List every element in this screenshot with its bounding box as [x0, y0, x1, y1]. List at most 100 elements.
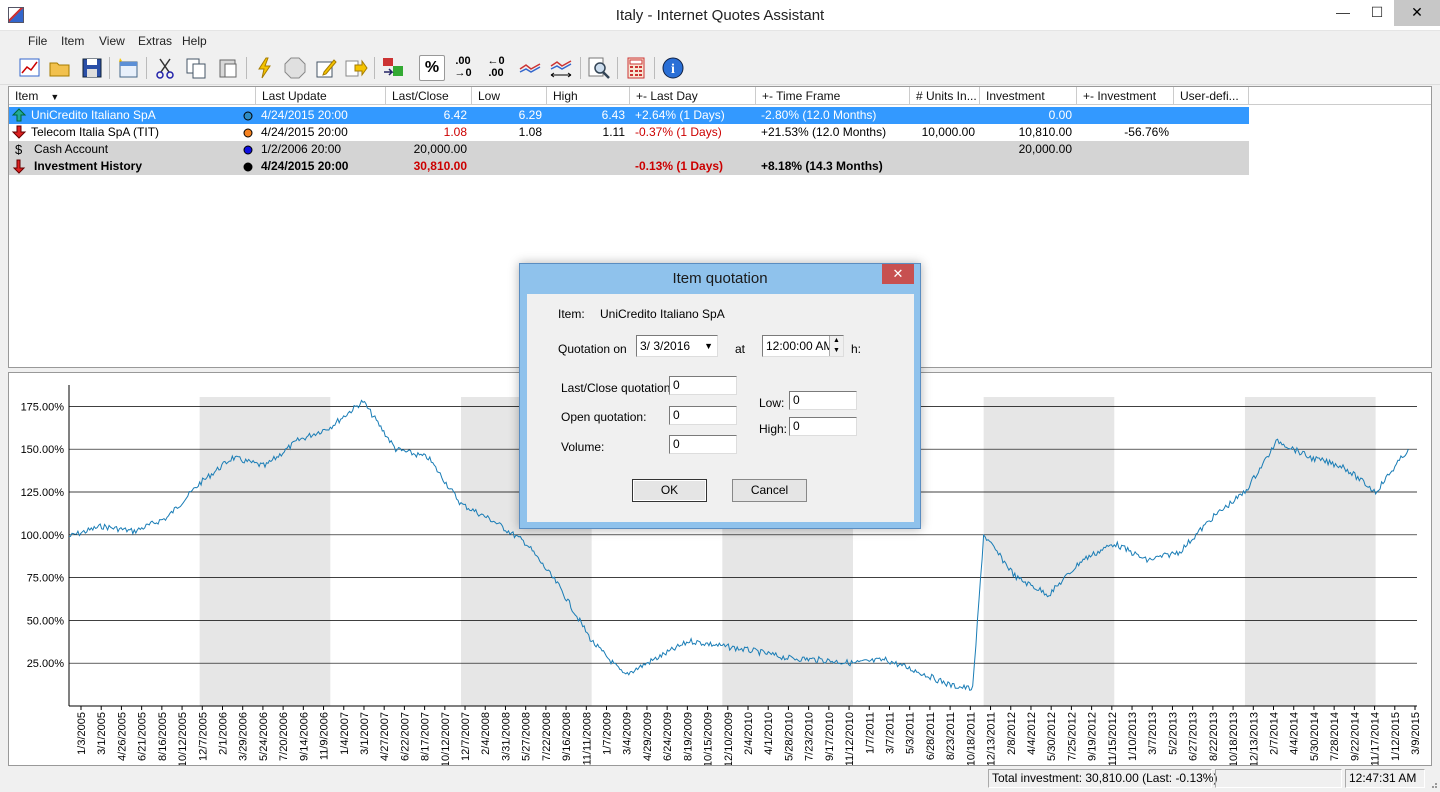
volume-input[interactable]: 0 [669, 435, 737, 454]
save-icon[interactable] [79, 55, 105, 81]
x-tick-label: 5/24/2006 [258, 712, 270, 761]
toolbar-separator [146, 57, 147, 79]
currency-icon[interactable] [380, 55, 406, 81]
at-label: at [735, 342, 746, 356]
history-down-icon [11, 158, 27, 175]
column-header-user-defined[interactable]: User-defi... [1174, 87, 1249, 105]
x-tick-label: 6/22/2007 [399, 712, 411, 761]
column-header-time-frame[interactable]: +- Time Frame [756, 87, 910, 105]
year-shade-band [983, 397, 1115, 706]
investment: 20,000.00 [1018, 142, 1072, 156]
spin-down-icon[interactable]: ▼ [829, 346, 843, 356]
x-tick-label: 10/15/2009 [703, 712, 715, 765]
increase-decimals-arrow: →0 [454, 67, 472, 79]
column-header-high[interactable]: High [547, 87, 630, 105]
x-tick-label: 3/9/2015 [1410, 712, 1422, 755]
chart-icon[interactable] [17, 55, 43, 81]
export-icon[interactable] [343, 55, 369, 81]
column-header-last-close[interactable]: Last/Close [386, 87, 472, 105]
item-name: Investment History [34, 159, 143, 173]
clock-status: 12:47:31 AM [1345, 769, 1425, 788]
x-tick-label: 3/4/2009 [622, 712, 634, 755]
x-tick-label: 12/7/2005 [197, 712, 209, 761]
menu-bar: File Item View Extras Help [0, 31, 1440, 51]
new-item-icon[interactable] [115, 55, 141, 81]
quotation-time-spinner[interactable]: 12:00:00 AM ▲ ▼ [762, 335, 844, 357]
menu-view[interactable]: View [99, 34, 125, 48]
column-header-item[interactable]: Item ▼ [9, 87, 256, 105]
x-tick-label: 9/14/2006 [298, 712, 310, 761]
column-header-investment-delta[interactable]: +- Investment [1077, 87, 1174, 105]
table-row[interactable]: Telecom Italia SpA (TIT) 4/24/2015 20:00… [9, 124, 1249, 141]
increase-decimals-icon[interactable]: .00 →0 [450, 55, 476, 81]
x-tick-label: 4/4/2012 [1026, 712, 1038, 755]
last-close-input[interactable]: 0 [669, 376, 737, 395]
high-input[interactable]: 0 [789, 417, 857, 436]
resize-grip-icon[interactable] [1428, 775, 1438, 789]
x-tick-label: 8/17/2007 [420, 712, 432, 761]
cancel-button[interactable]: Cancel [732, 479, 807, 502]
x-tick-label: 11/12/2010 [844, 712, 856, 765]
menu-extras[interactable]: Extras [138, 34, 172, 48]
toolbar-separator [580, 57, 581, 79]
x-tick-label: 8/22/2013 [1208, 712, 1220, 761]
x-tick-label: 5/3/2011 [905, 712, 917, 754]
title-bar: Italy - Internet Quotes Assistant — ☐ ✕ [0, 0, 1440, 31]
column-header-last-day[interactable]: +- Last Day [630, 87, 756, 105]
decrease-decimals-icon[interactable]: ←0.00 [483, 55, 509, 81]
status-dot [243, 158, 253, 175]
quotation-date-picker[interactable]: 3/ 3/2016 ▼ [636, 335, 718, 357]
stop-icon[interactable] [282, 55, 308, 81]
menu-item[interactable]: Item [61, 34, 84, 48]
x-tick-label: 7/23/2010 [804, 712, 816, 761]
table-row[interactable]: $ Cash Account 1/2/2006 20:00 20,000.00 … [9, 141, 1249, 158]
item-name: Cash Account [34, 142, 109, 156]
ok-button[interactable]: OK [632, 479, 707, 502]
timeframe-chart-icon[interactable] [548, 55, 574, 81]
column-header-label: Item [15, 89, 39, 103]
x-tick-label: 11/15/2012 [1107, 712, 1119, 765]
grid-header: Item ▼ Last Update Last/Close Low High +-… [9, 87, 1431, 105]
table-row[interactable]: Investment History 4/24/2015 20:00 30,81… [9, 158, 1249, 175]
column-header-low[interactable]: Low [472, 87, 547, 105]
close-button[interactable]: ✕ [1394, 0, 1440, 26]
maximize-button[interactable]: ☐ [1360, 0, 1394, 26]
percent-icon[interactable]: % [419, 55, 445, 81]
menu-help[interactable]: Help [182, 34, 207, 48]
low-input[interactable]: 0 [789, 391, 857, 410]
y-tick-label: 100.00% [21, 530, 65, 542]
x-tick-label: 1/12/2015 [1390, 712, 1402, 761]
y-tick-label: 50.00% [27, 615, 65, 627]
compare-chart-icon[interactable] [517, 55, 543, 81]
dialog-close-button[interactable]: ✕ [882, 264, 914, 284]
paste-icon[interactable] [215, 55, 241, 81]
investment-delta: -56.76% [1124, 125, 1169, 139]
minimize-button[interactable]: — [1326, 0, 1360, 26]
update-icon[interactable] [252, 55, 278, 81]
last-day: -0.37% (1 Days) [635, 125, 722, 139]
last-day: +2.64% (1 Days) [635, 108, 725, 122]
status-dot [243, 107, 253, 124]
x-tick-label: 12/13/2013 [1248, 712, 1260, 765]
menu-file[interactable]: File [28, 34, 47, 48]
column-header-last-update[interactable]: Last Update [256, 87, 386, 105]
column-header-investment[interactable]: Investment [980, 87, 1077, 105]
copy-icon[interactable] [183, 55, 209, 81]
investment-delta [1077, 107, 1169, 124]
info-icon[interactable]: i [660, 55, 686, 81]
x-tick-label: 4/1/2010 [763, 712, 775, 755]
table-row[interactable]: UniCredito Italiano SpA 4/24/2015 20:00 … [9, 107, 1249, 124]
spin-up-icon[interactable]: ▲ [829, 336, 843, 346]
column-header-units[interactable]: # Units In... [910, 87, 980, 105]
x-tick-label: 8/16/2005 [157, 712, 169, 761]
x-tick-label: 8/19/2009 [682, 712, 694, 761]
chevron-down-icon: ▼ [704, 341, 713, 351]
x-tick-label: 3/7/2011 [884, 712, 896, 754]
search-icon[interactable] [586, 55, 612, 81]
time-frame: -2.80% (12.0 Months) [761, 108, 877, 122]
open-folder-icon[interactable] [47, 55, 73, 81]
calculator-icon[interactable] [623, 55, 649, 81]
cut-icon[interactable] [152, 55, 178, 81]
edit-icon[interactable] [313, 55, 339, 81]
open-input[interactable]: 0 [669, 406, 737, 425]
